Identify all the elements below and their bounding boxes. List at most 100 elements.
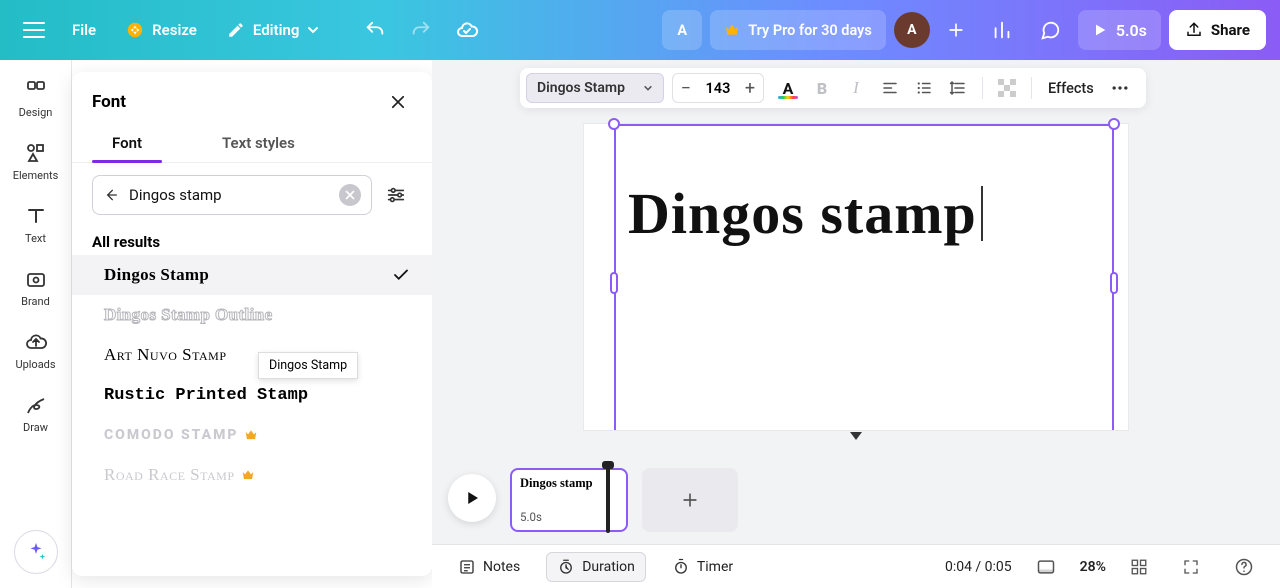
- font-item[interactable]: Rustic Printed Stamp: [72, 375, 432, 415]
- close-panel-button[interactable]: [384, 88, 412, 116]
- timer-icon: [672, 558, 690, 576]
- canvas-page[interactable]: Dingos stamp: [584, 124, 1128, 430]
- font-search-input[interactable]: [129, 186, 329, 204]
- undo-icon: [364, 19, 386, 41]
- x-icon: [345, 190, 355, 200]
- panel-tabs: Font Text styles: [72, 128, 432, 163]
- font-item[interactable]: COMODO STAMP: [72, 415, 432, 455]
- editing-menu[interactable]: Editing: [215, 10, 332, 50]
- handle-right[interactable]: [1110, 272, 1118, 294]
- zoom-level[interactable]: 28%: [1080, 559, 1106, 575]
- fullscreen-button[interactable]: [1172, 553, 1210, 581]
- view-scroll-button[interactable]: [1026, 552, 1066, 582]
- text-icon: [24, 204, 48, 228]
- comment-button[interactable]: [1030, 10, 1070, 50]
- present-button[interactable]: 5.0s: [1078, 10, 1161, 50]
- help-button[interactable]: [1224, 552, 1264, 582]
- font-preview: Rustic Printed Stamp: [104, 386, 308, 405]
- rail-uploads[interactable]: Uploads: [6, 324, 66, 377]
- rail-brand[interactable]: Brand: [6, 261, 66, 314]
- playback-time: 0:04 / 0:05: [945, 559, 1012, 575]
- add-page-button[interactable]: [642, 468, 738, 532]
- handle-left[interactable]: [610, 272, 618, 294]
- resize-button[interactable]: Resize: [114, 10, 209, 50]
- help-icon: [1234, 557, 1254, 577]
- redo-button[interactable]: [401, 10, 441, 50]
- fullscreen-icon: [1182, 558, 1200, 576]
- check-icon: [392, 266, 410, 284]
- grid-view-button[interactable]: [1120, 553, 1158, 581]
- font-item[interactable]: Dingos Stamp Outline: [72, 295, 432, 335]
- undo-button[interactable]: [355, 10, 395, 50]
- plus-icon: [946, 20, 966, 40]
- thumb-text: Dingos stamp: [520, 476, 618, 491]
- font-preview: Art Nuvo Stamp: [104, 345, 227, 365]
- duration-button[interactable]: Duration: [546, 552, 646, 582]
- play-icon: [1092, 22, 1108, 38]
- file-menu[interactable]: File: [60, 10, 108, 50]
- canvas-area: Dingos Stamp − 143 + A B I: [432, 60, 1280, 588]
- uploads-icon: [24, 330, 48, 354]
- handle-top-right[interactable]: [1108, 118, 1120, 130]
- thumb-duration: 5.0s: [520, 510, 542, 524]
- font-item[interactable]: Art Nuvo Stamp: [72, 335, 432, 375]
- design-icon: [24, 78, 48, 102]
- rail-elements[interactable]: Elements: [6, 135, 66, 188]
- menu-button[interactable]: [14, 10, 54, 50]
- crown-icon: [724, 22, 740, 38]
- magic-button[interactable]: [14, 530, 58, 574]
- brand-icon: [24, 267, 48, 291]
- share-label: Share: [1211, 21, 1250, 39]
- timeline-play-button[interactable]: [448, 474, 496, 522]
- tab-font[interactable]: Font: [92, 128, 162, 162]
- timeline: Dingos stamp 5.0s: [432, 468, 1280, 544]
- rail-draw-label: Draw: [23, 421, 48, 434]
- filter-button[interactable]: [380, 179, 412, 211]
- font-tooltip: Dingos Stamp: [258, 352, 358, 379]
- redo-icon: [410, 19, 432, 41]
- font-search-box: [92, 175, 372, 215]
- canvas-text[interactable]: Dingos stamp: [628, 180, 977, 247]
- back-arrow-icon[interactable]: [103, 187, 119, 203]
- left-rail: Design Elements Text Brand Uploads Draw: [0, 60, 72, 588]
- playhead[interactable]: [606, 467, 610, 533]
- add-member-button[interactable]: [938, 12, 974, 48]
- tab-text-styles[interactable]: Text styles: [202, 128, 315, 162]
- try-pro-button[interactable]: Try Pro for 30 days: [710, 10, 886, 50]
- avatar[interactable]: A: [894, 12, 930, 48]
- rail-uploads-label: Uploads: [15, 358, 55, 371]
- draw-icon: [24, 393, 48, 417]
- notes-button[interactable]: Notes: [448, 553, 530, 581]
- panel-title: Font: [92, 92, 126, 112]
- rail-draw[interactable]: Draw: [6, 387, 66, 440]
- font-item[interactable]: Road Race Stamp: [72, 455, 432, 495]
- crown-icon: [244, 428, 258, 442]
- font-preview: Dingos Stamp Outline: [104, 305, 273, 325]
- rail-design-label: Design: [19, 106, 53, 119]
- bottom-bar: Notes Duration Timer 0:04 / 0:05 28%: [432, 544, 1280, 588]
- rail-text[interactable]: Text: [6, 198, 66, 251]
- pencil-icon: [227, 21, 245, 39]
- comment-icon: [1039, 19, 1061, 41]
- cloud-sync-button[interactable]: [447, 10, 487, 50]
- plus-icon: [680, 490, 700, 510]
- clear-search-button[interactable]: [339, 184, 361, 206]
- selection-frame[interactable]: [614, 124, 1114, 430]
- share-button[interactable]: Share: [1169, 10, 1266, 50]
- font-item[interactable]: Dingos Stamp: [72, 255, 432, 295]
- resize-label: Resize: [152, 21, 197, 39]
- close-icon: [389, 93, 407, 111]
- editing-label: Editing: [253, 21, 300, 39]
- font-preview: COMODO STAMP: [104, 427, 238, 443]
- stage[interactable]: Dingos stamp: [432, 60, 1280, 468]
- accessibility-toggle[interactable]: A: [662, 10, 702, 50]
- timer-button[interactable]: Timer: [662, 553, 743, 581]
- font-panel: Font Font Text styles All results Dingos…: [72, 72, 432, 576]
- timeline-page-thumb[interactable]: Dingos stamp 5.0s: [510, 468, 628, 532]
- analytics-button[interactable]: [982, 10, 1022, 50]
- rail-brand-label: Brand: [21, 295, 50, 308]
- rail-design[interactable]: Design: [6, 72, 66, 125]
- font-list: Dingos Stamp Dingos Stamp Outline Art Nuvo…: [72, 255, 432, 495]
- handle-top-left[interactable]: [608, 118, 620, 130]
- share-icon: [1185, 21, 1203, 39]
